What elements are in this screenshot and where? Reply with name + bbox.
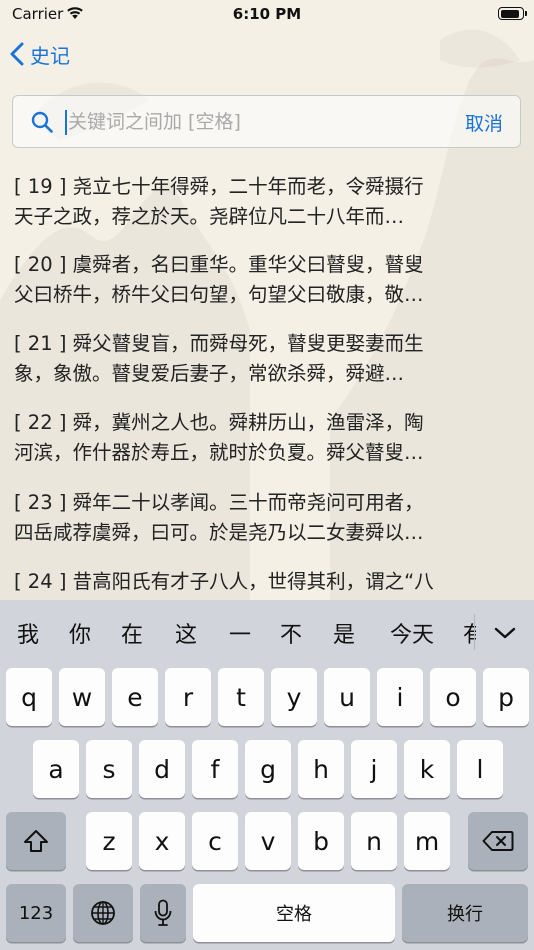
key-f[interactable]: f (192, 740, 238, 798)
key-c[interactable]: c (192, 812, 238, 870)
space-key[interactable]: 空格 (193, 884, 395, 942)
candidate-divider (474, 614, 475, 650)
shift-key[interactable] (6, 812, 66, 870)
key-b[interactable]: b (298, 812, 344, 870)
candidate-word[interactable]: 在 (114, 617, 150, 649)
globe-icon (91, 901, 115, 925)
key-i[interactable]: i (377, 668, 423, 726)
result-line: [ 19 ] 尧立七十年得舜，二十年而老，令舜摄行 (14, 175, 424, 198)
candidate-word[interactable]: 一 (222, 617, 258, 649)
expand-candidates-button[interactable] (476, 600, 534, 666)
result-line: [ 20 ] 虞舜者，名曰重华。重华父曰瞽叟，瞽叟 (14, 253, 424, 276)
result-line: [ 21 ] 舜父瞽叟盲，而舜母死，瞽叟更娶妻而生 (14, 332, 424, 355)
result-line: [ 22 ] 舜，冀州之人也。舜耕历山，渔雷泽，陶 (14, 411, 424, 434)
candidate-word[interactable]: 你 (62, 617, 98, 649)
result-line: 四岳咸荐虞舜，曰可。於是尧乃以二女妻舜以… (14, 521, 424, 544)
globe-key[interactable] (73, 884, 133, 942)
numbers-key[interactable]: 123 (6, 884, 66, 942)
key-h[interactable]: h (298, 740, 344, 798)
candidate-word[interactable]: 是 (326, 617, 362, 649)
chevron-down-icon (494, 627, 516, 639)
key-k[interactable]: k (404, 740, 450, 798)
candidate-word[interactable]: 这 (168, 617, 204, 649)
key-d[interactable]: d (139, 740, 185, 798)
candidate-word[interactable]: 不 (273, 617, 309, 649)
key-g[interactable]: g (245, 740, 291, 798)
search-input[interactable] (68, 105, 438, 139)
list-item[interactable]: [ 21 ] 舜父瞽叟盲，而舜母死，瞽叟更娶妻而生 象，象傲。瞽叟爱后妻子，常欲… (14, 329, 519, 389)
chevron-left-icon (10, 42, 24, 66)
list-item[interactable]: [ 22 ] 舜，冀州之人也。舜耕历山，渔雷泽，陶 河滨，作什器於寿丘，就时於负… (14, 408, 519, 468)
result-line: 天子之政，荐之於天。尧辟位凡二十八年而… (14, 205, 405, 228)
key-a[interactable]: a (33, 740, 79, 798)
key-r[interactable]: r (165, 668, 211, 726)
candidate-word[interactable]: 我 (10, 617, 46, 649)
text-cursor (65, 110, 67, 135)
back-button[interactable]: 史记 (10, 36, 70, 72)
delete-key[interactable] (468, 812, 528, 870)
clock: 6:10 PM (232, 5, 302, 23)
battery-icon (498, 7, 527, 20)
key-t[interactable]: t (218, 668, 264, 726)
result-line: 河滨，作什器於寿丘，就时於负夏。舜父瞽叟… (14, 441, 424, 464)
key-n[interactable]: n (351, 812, 397, 870)
key-q[interactable]: q (6, 668, 52, 726)
list-item[interactable]: [ 23 ] 舜年二十以孝闻。三十而帝尧问可用者， 四岳咸荐虞舜，曰可。於是尧乃… (14, 488, 519, 548)
key-v[interactable]: v (245, 812, 291, 870)
cancel-button[interactable]: 取消 (465, 109, 503, 136)
back-label: 史记 (30, 43, 70, 68)
keyboard: 我 你 在 这 一 不 是 今天 有 q w e r t y u i o p a… (0, 600, 534, 950)
status-bar: Carrier 6:10 PM (0, 0, 534, 30)
candidate-bar: 我 你 在 这 一 不 是 今天 有 (0, 600, 534, 666)
key-l[interactable]: l (457, 740, 503, 798)
result-line: 父曰桥牛，桥牛父曰句望，句望父曰敬康，敬… (14, 283, 424, 306)
key-x[interactable]: x (139, 812, 185, 870)
result-line: 象，象傲。瞽叟爱后妻子，常欲杀舜，舜避… (14, 362, 405, 385)
key-j[interactable]: j (351, 740, 397, 798)
key-m[interactable]: m (404, 812, 450, 870)
result-line: [ 23 ] 舜年二十以孝闻。三十而帝尧问可用者， (14, 491, 424, 514)
key-w[interactable]: w (59, 668, 105, 726)
battery-fill (500, 9, 519, 18)
key-u[interactable]: u (324, 668, 370, 726)
search-icon (31, 111, 53, 133)
shift-arrow-icon (24, 830, 48, 852)
key-o[interactable]: o (430, 668, 476, 726)
key-s[interactable]: s (86, 740, 132, 798)
key-e[interactable]: e (112, 668, 158, 726)
microphone-icon (154, 899, 172, 926)
list-item[interactable]: [ 19 ] 尧立七十年得舜，二十年而老，令舜摄行 天子之政，荐之於天。尧辟位凡… (14, 172, 519, 232)
key-y[interactable]: y (271, 668, 317, 726)
list-item[interactable]: [ 20 ] 虞舜者，名曰重华。重华父曰瞽叟，瞽叟 父曰桥牛，桥牛父曰句望，句望… (14, 250, 519, 310)
candidate-word[interactable]: 今天 (380, 617, 444, 649)
list-item[interactable]: [ 24 ] 昔高阳氏有才子八人，世得其利，谓之“八 (14, 567, 519, 597)
return-key[interactable]: 换行 (402, 884, 528, 942)
search-bar[interactable]: 取消 (12, 95, 521, 148)
key-z[interactable]: z (86, 812, 132, 870)
search-results-list[interactable]: [ 19 ] 尧立七十年得舜，二十年而老，令舜摄行 天子之政，荐之於天。尧辟位凡… (0, 163, 534, 600)
backspace-icon (482, 831, 514, 851)
result-line: [ 24 ] 昔高阳氏有才子八人，世得其利，谓之“八 (14, 570, 434, 593)
key-p[interactable]: p (483, 668, 529, 726)
dictation-key[interactable] (140, 884, 186, 942)
